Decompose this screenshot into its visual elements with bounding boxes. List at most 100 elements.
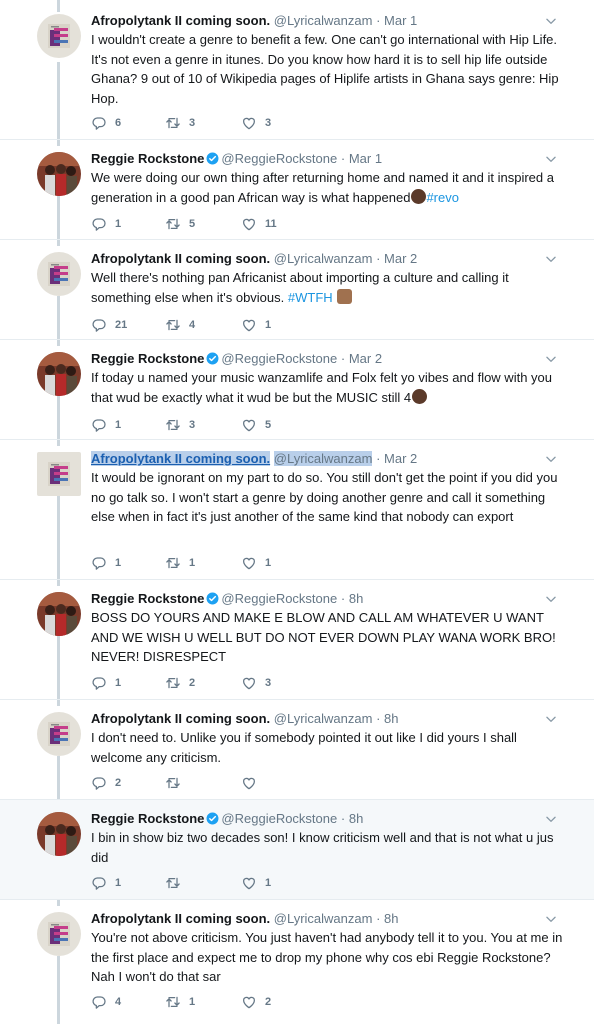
retweet-button[interactable]: 1: [165, 993, 195, 1011]
author-handle[interactable]: @Lyricalwanzam: [274, 711, 373, 726]
tweet[interactable]: Afropolytank II coming soon. @Lyricalwan…: [0, 700, 594, 800]
reply-icon: [91, 994, 107, 1010]
like-button[interactable]: 1: [241, 316, 271, 334]
reply-count: 1: [115, 557, 122, 569]
tweet-body: We were doing our own thing after return…: [91, 170, 554, 205]
avatar[interactable]: [37, 912, 81, 956]
avatar[interactable]: [37, 152, 81, 196]
chevron-down-icon[interactable]: [544, 14, 558, 28]
tweet[interactable]: Afropolytank II coming soon. @Lyricalwan…: [0, 440, 594, 580]
reply-button[interactable]: 1: [91, 874, 121, 892]
hashtag-link[interactable]: #revo: [426, 190, 459, 205]
reply-button[interactable]: 2: [91, 774, 121, 792]
author-name[interactable]: Afropolytank II coming soon.: [91, 13, 270, 28]
tweet[interactable]: Reggie Rockstone @ReggieRockstone · Mar 2…: [0, 340, 594, 440]
author-name[interactable]: Afropolytank II coming soon.: [91, 451, 271, 466]
author-name[interactable]: Afropolytank II coming soon.: [91, 711, 270, 726]
reply-button[interactable]: 1: [91, 554, 121, 572]
timestamp[interactable]: 8h: [384, 711, 398, 726]
retweet-icon: [165, 555, 181, 571]
tweet[interactable]: Afropolytank II coming soon. @Lyricalwan…: [0, 0, 594, 140]
author-name[interactable]: Reggie Rockstone: [91, 811, 204, 826]
chevron-down-icon[interactable]: [544, 592, 558, 606]
heart-icon: [241, 555, 257, 571]
tweet-text: If today u named your music wanzamlife a…: [91, 368, 563, 407]
reply-count: 4: [115, 996, 122, 1008]
like-button[interactable]: 1: [241, 874, 271, 892]
chevron-down-icon[interactable]: [544, 252, 558, 266]
reply-button[interactable]: 1: [91, 674, 121, 692]
author-name[interactable]: Afropolytank II coming soon.: [91, 251, 270, 266]
chevron-down-icon[interactable]: [544, 152, 558, 166]
reply-button[interactable]: 6: [91, 114, 121, 132]
timestamp[interactable]: Mar 1: [349, 151, 382, 166]
avatar[interactable]: [37, 452, 81, 496]
tweet[interactable]: Reggie Rockstone @ReggieRockstone · 8h BO…: [0, 580, 594, 700]
retweet-button[interactable]: 4: [165, 316, 195, 334]
author-handle[interactable]: @ReggieRockstone: [221, 591, 337, 606]
author-name[interactable]: Reggie Rockstone: [91, 591, 204, 606]
like-button[interactable]: 3: [241, 114, 271, 132]
author-handle[interactable]: @Lyricalwanzam: [274, 251, 373, 266]
retweet-button[interactable]: [165, 874, 189, 892]
timestamp[interactable]: Mar 2: [349, 351, 382, 366]
reply-button[interactable]: 4: [91, 993, 121, 1011]
reply-icon: [91, 115, 107, 131]
retweet-button[interactable]: [165, 774, 189, 792]
raised-fist-emoji-icon: [411, 188, 427, 204]
author-handle[interactable]: @Lyricalwanzam: [274, 911, 373, 926]
author-name[interactable]: Afropolytank II coming soon.: [91, 911, 270, 926]
tweet[interactable]: Reggie Rockstone @ReggieRockstone · Mar 1…: [0, 140, 594, 240]
tweet[interactable]: Afropolytank II coming soon. @Lyricalwan…: [0, 240, 594, 340]
retweet-button[interactable]: 1: [165, 554, 195, 572]
reply-count: 1: [115, 877, 122, 889]
author-handle[interactable]: @ReggieRockstone: [221, 151, 337, 166]
retweet-icon: [165, 216, 181, 232]
retweet-button[interactable]: 3: [165, 114, 195, 132]
tweet-header: Reggie Rockstone @ReggieRockstone · 8h: [91, 590, 558, 607]
timestamp[interactable]: 8h: [349, 811, 363, 826]
reply-button[interactable]: 1: [91, 416, 121, 434]
timestamp[interactable]: 8h: [384, 911, 398, 926]
chevron-down-icon[interactable]: [544, 912, 558, 926]
avatar[interactable]: [37, 592, 81, 636]
author-handle[interactable]: @ReggieRockstone: [221, 351, 337, 366]
tweet[interactable]: Afropolytank II coming soon. @Lyricalwan…: [0, 900, 594, 1024]
timestamp[interactable]: Mar 2: [384, 451, 417, 466]
like-button[interactable]: 5: [241, 416, 271, 434]
chevron-down-icon[interactable]: [544, 452, 558, 466]
retweet-button[interactable]: 3: [165, 416, 195, 434]
reply-count: 2: [115, 777, 122, 789]
like-button[interactable]: 3: [241, 674, 271, 692]
like-button[interactable]: 1: [241, 554, 271, 572]
author-handle[interactable]: @Lyricalwanzam: [274, 13, 373, 28]
chevron-down-icon[interactable]: [544, 812, 558, 826]
author-handle[interactable]: @Lyricalwanzam: [273, 451, 373, 466]
avatar[interactable]: [37, 14, 81, 58]
retweet-button[interactable]: 2: [165, 674, 195, 692]
avatar[interactable]: [37, 712, 81, 756]
tweet-header: Reggie Rockstone @ReggieRockstone · Mar 2: [91, 350, 558, 367]
chevron-down-icon[interactable]: [544, 352, 558, 366]
timestamp[interactable]: Mar 1: [384, 13, 417, 28]
reply-button[interactable]: 1: [91, 215, 121, 233]
timestamp[interactable]: 8h: [349, 591, 363, 606]
author-name[interactable]: Reggie Rockstone: [91, 351, 204, 366]
avatar[interactable]: [37, 252, 81, 296]
tweet[interactable]: Reggie Rockstone @ReggieRockstone · 8h I …: [0, 800, 594, 900]
author-name[interactable]: Reggie Rockstone: [91, 151, 204, 166]
retweet-icon: [165, 417, 181, 433]
reply-count: 1: [115, 677, 122, 689]
heart-icon: [241, 216, 257, 232]
like-button[interactable]: 2: [241, 993, 271, 1011]
reply-button[interactable]: 21: [91, 316, 127, 334]
hashtag-link[interactable]: #WTFH: [288, 290, 333, 305]
avatar[interactable]: [37, 812, 81, 856]
timestamp[interactable]: Mar 2: [384, 251, 417, 266]
retweet-button[interactable]: 5: [165, 215, 195, 233]
chevron-down-icon[interactable]: [544, 712, 558, 726]
like-button[interactable]: [241, 774, 265, 792]
author-handle[interactable]: @ReggieRockstone: [221, 811, 337, 826]
like-button[interactable]: 11: [241, 215, 277, 233]
avatar[interactable]: [37, 352, 81, 396]
